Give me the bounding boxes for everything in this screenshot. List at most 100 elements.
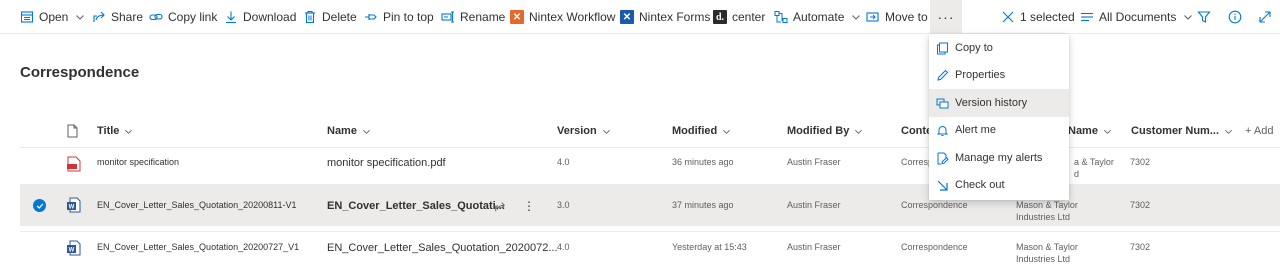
table-row[interactable]: W EN_Cover_Letter_Sales_Quotation_202008… bbox=[20, 184, 1280, 226]
row-version: 4.0 bbox=[557, 242, 570, 252]
chevron-down-icon bbox=[1224, 127, 1233, 136]
chevron-down-icon bbox=[602, 127, 611, 136]
copy-link-label: Copy link bbox=[168, 10, 218, 24]
rename-label: Rename bbox=[460, 10, 506, 24]
share-button[interactable]: Share bbox=[92, 0, 143, 34]
checkmark-icon[interactable] bbox=[33, 199, 46, 212]
flow-icon bbox=[774, 10, 788, 24]
add-column-label: + Add bbox=[1245, 125, 1274, 137]
center-button[interactable]: d. center bbox=[713, 0, 765, 34]
expand-button[interactable] bbox=[1258, 0, 1272, 34]
row-modified-by[interactable]: Austin Fraser bbox=[787, 157, 841, 167]
column-header-customer-number[interactable]: Customer Num... bbox=[1131, 121, 1233, 141]
menu-item-label: Version history bbox=[955, 97, 1028, 109]
more-actions-menu: Copy to Properties Version history Alert… bbox=[929, 34, 1069, 200]
menu-item-version-history[interactable]: Version history bbox=[929, 89, 1069, 117]
column-header-modified-by-label: Modified By bbox=[787, 125, 850, 137]
row-name-link[interactable]: EN_Cover_Letter_Sales_Quotati... bbox=[327, 200, 505, 212]
menu-item-copy-to[interactable]: Copy to bbox=[929, 34, 1069, 62]
open-button[interactable]: Open bbox=[20, 0, 85, 34]
rename-icon bbox=[441, 10, 455, 24]
check-out-icon bbox=[936, 179, 949, 192]
row-modified: 36 minutes ago bbox=[672, 157, 734, 167]
menu-item-check-out[interactable]: Check out bbox=[929, 171, 1069, 199]
download-button[interactable]: Download bbox=[224, 0, 296, 34]
share-label: Share bbox=[111, 10, 144, 24]
nintex-workflow-icon: ✕ bbox=[510, 10, 524, 24]
add-column-button[interactable]: + Add bbox=[1245, 121, 1273, 141]
info-icon bbox=[1228, 10, 1242, 24]
chevron-down-icon bbox=[362, 127, 371, 136]
chevron-down-icon bbox=[722, 127, 731, 136]
delete-button[interactable]: Delete bbox=[303, 0, 357, 34]
row-company-line2: Industries Ltd bbox=[1016, 212, 1071, 222]
nintex-forms-label: Nintex Forms bbox=[639, 10, 711, 24]
row-title[interactable]: EN_Cover_Letter_Sales_Quotation_20200727… bbox=[97, 242, 299, 252]
filter-button[interactable] bbox=[1197, 0, 1211, 34]
column-header-version[interactable]: Version bbox=[557, 121, 611, 141]
row-name-link[interactable]: EN_Cover_Letter_Sales_Quotation_2020072.… bbox=[327, 242, 558, 254]
file-type-header[interactable] bbox=[67, 121, 78, 141]
column-header-title[interactable]: Title bbox=[97, 121, 133, 141]
row-modified: 37 minutes ago bbox=[672, 200, 734, 210]
column-header-title-label: Title bbox=[97, 125, 120, 137]
menu-item-manage-alerts[interactable]: Manage my alerts bbox=[929, 144, 1069, 172]
row-version: 3.0 bbox=[557, 200, 570, 210]
column-header-modified[interactable]: Modified bbox=[672, 121, 731, 141]
menu-item-label: Properties bbox=[955, 69, 1006, 81]
table-row[interactable]: W EN_Cover_Letter_Sales_Quotation_202007… bbox=[20, 232, 1280, 272]
svg-text:W: W bbox=[69, 205, 75, 211]
open-label: Open bbox=[39, 10, 69, 24]
row-customer-number: 7302 bbox=[1130, 242, 1151, 252]
share-icon bbox=[92, 10, 106, 24]
row-modified-by[interactable]: Austin Fraser bbox=[787, 200, 841, 210]
download-label: Download bbox=[243, 10, 297, 24]
share-icon[interactable] bbox=[494, 200, 506, 212]
command-bar: Open Share Copy link Download Delete Pin… bbox=[0, 0, 1280, 34]
info-button[interactable] bbox=[1228, 0, 1242, 34]
view-label: All Documents bbox=[1099, 10, 1177, 24]
row-title[interactable]: EN_Cover_Letter_Sales_Quotation_20200811… bbox=[97, 200, 296, 210]
nintex-workflow-button[interactable]: ✕ Nintex Workflow bbox=[510, 0, 615, 34]
row-company-line1: a & Taylor bbox=[1074, 157, 1114, 167]
expand-icon bbox=[1258, 10, 1272, 24]
chevron-down-icon bbox=[1183, 12, 1193, 22]
copy-link-button[interactable]: Copy link bbox=[149, 0, 217, 34]
row-more-icon[interactable]: ⋮ bbox=[523, 199, 535, 213]
row-company-line1: Mason & Taylor bbox=[1016, 200, 1078, 210]
row-modified-by[interactable]: Austin Fraser bbox=[787, 242, 841, 252]
column-header-content-type[interactable]: Conte bbox=[901, 121, 932, 141]
menu-item-label: Copy to bbox=[955, 42, 993, 54]
view-switcher[interactable]: All Documents bbox=[1080, 0, 1193, 34]
edit-alerts-icon bbox=[936, 152, 949, 165]
move-icon bbox=[866, 10, 880, 24]
column-header-name[interactable]: Name bbox=[327, 121, 371, 141]
nintex-forms-button[interactable]: ✕ Nintex Forms bbox=[620, 0, 710, 34]
more-button[interactable]: ··· bbox=[930, 0, 962, 34]
column-header-company-name[interactable]: Name bbox=[1068, 121, 1112, 141]
rename-button[interactable]: Rename bbox=[441, 0, 505, 34]
copy-icon bbox=[936, 42, 949, 55]
clear-selection-button[interactable]: 1 selected bbox=[1001, 0, 1075, 34]
download-icon bbox=[224, 10, 238, 24]
page-title: Correspondence bbox=[20, 64, 140, 81]
menu-item-label: Manage my alerts bbox=[955, 152, 1043, 164]
row-content-type: Correspondence bbox=[901, 242, 968, 252]
chevron-down-icon bbox=[1103, 127, 1112, 136]
move-to-button[interactable]: Move to bbox=[866, 0, 928, 34]
delete-label: Delete bbox=[322, 10, 357, 24]
menu-item-alert-me[interactable]: Alert me bbox=[929, 116, 1069, 144]
pin-to-top-button[interactable]: Pin to top bbox=[364, 0, 434, 34]
view-list-icon bbox=[1080, 10, 1094, 24]
row-title[interactable]: monitor specification bbox=[97, 157, 179, 167]
column-header-modified-by[interactable]: Modified By bbox=[787, 121, 863, 141]
row-company-line2: d bbox=[1074, 169, 1080, 179]
automate-button[interactable]: Automate bbox=[774, 0, 861, 34]
bell-icon bbox=[936, 124, 949, 137]
menu-item-properties[interactable]: Properties bbox=[929, 61, 1069, 89]
chevron-down-icon bbox=[75, 12, 85, 22]
svg-text:W: W bbox=[69, 248, 75, 254]
pencil-icon bbox=[936, 69, 949, 82]
more-icon: ··· bbox=[937, 9, 955, 25]
row-name-link[interactable]: monitor specification.pdf bbox=[327, 157, 446, 169]
